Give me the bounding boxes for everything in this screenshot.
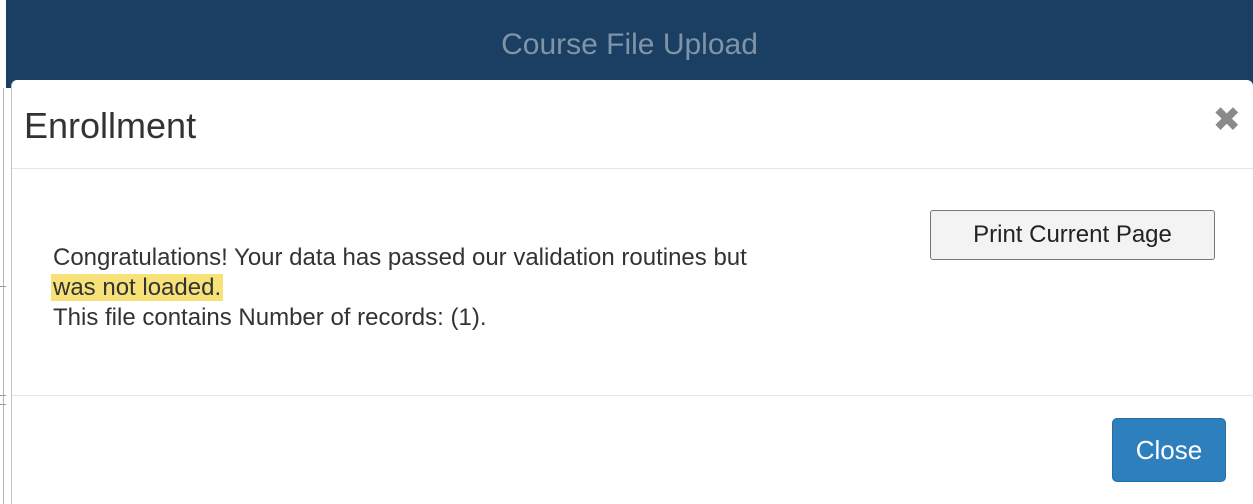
close-x-icon[interactable]: ✖: [1213, 102, 1242, 138]
background-tick: [0, 404, 6, 405]
print-current-page-button[interactable]: Print Current Page: [930, 210, 1215, 260]
page-header: Course File Upload: [6, 0, 1253, 88]
page: Course File Upload Enrollment ✖ Print Cu…: [0, 0, 1253, 504]
modal-body: Print Current Page Congratulations! Your…: [12, 169, 1253, 395]
modal-header: Enrollment ✖: [12, 80, 1253, 169]
background-tick: [0, 286, 6, 287]
message-line-1: Congratulations! Your data has passed ou…: [53, 244, 747, 271]
enrollment-modal: Enrollment ✖ Print Current Page Congratu…: [11, 80, 1253, 504]
page-header-title: Course File Upload: [501, 28, 758, 61]
close-button[interactable]: Close: [1112, 418, 1226, 482]
message-line-2: was not loaded.: [51, 273, 224, 303]
message-line-3: This file contains Number of records: (1…: [53, 304, 487, 331]
modal-footer: Close: [12, 395, 1253, 504]
modal-title: Enrollment: [24, 105, 197, 146]
message-highlight: was not loaded.: [51, 274, 224, 301]
background-left-border: [3, 88, 4, 504]
background-tick: [0, 395, 6, 396]
